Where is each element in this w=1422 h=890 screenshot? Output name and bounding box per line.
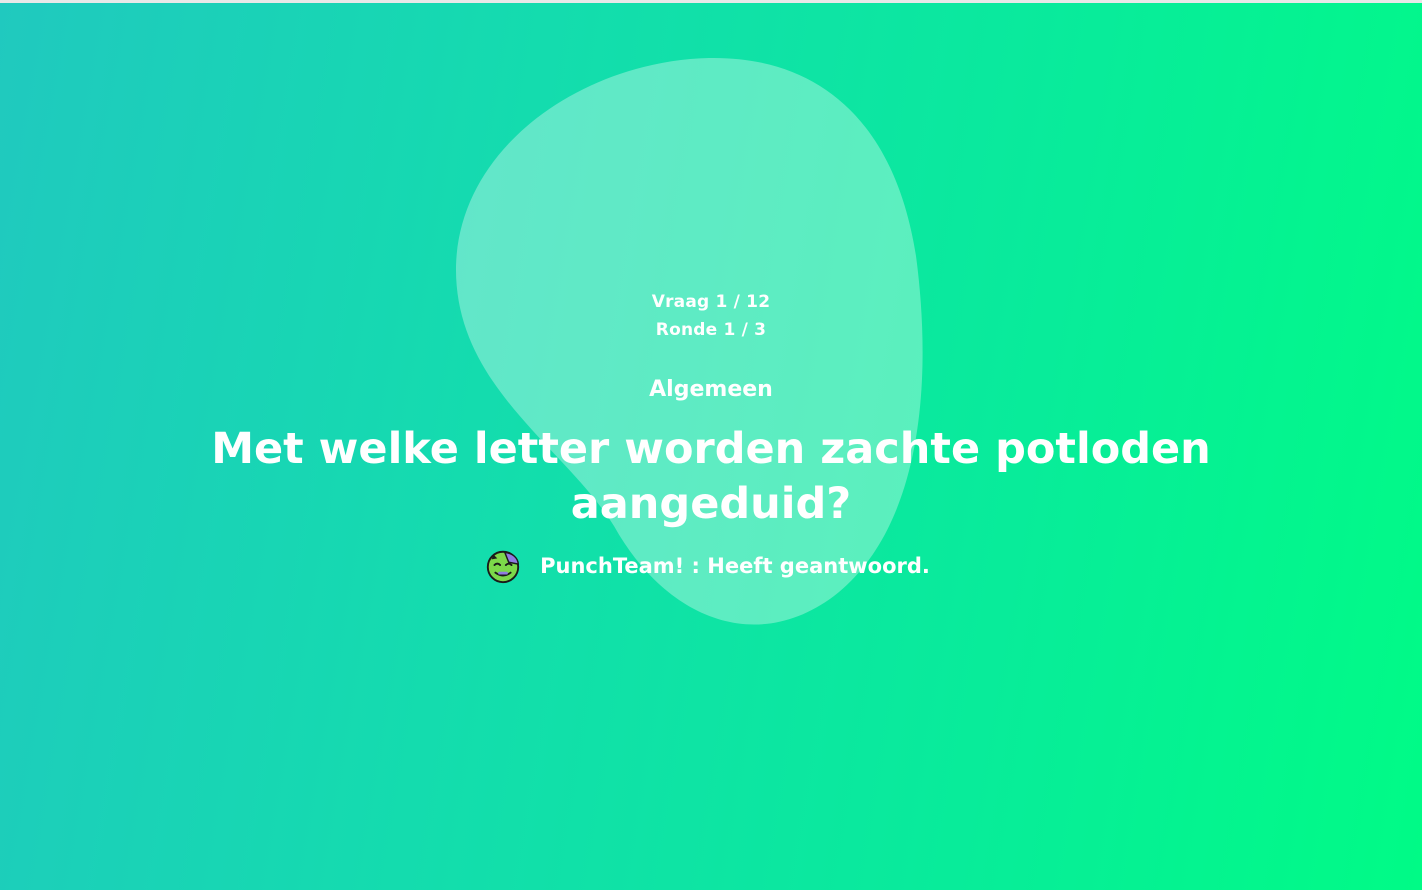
background-blob <box>455 57 923 625</box>
round-counter: Ronde 1 / 3 <box>655 320 767 340</box>
team-name: PunchTeam! <box>540 554 685 578</box>
category-title: Algemeen <box>649 377 773 402</box>
question-counter: Vraag 1 / 12 <box>651 292 771 312</box>
question-text: Met welke letter worden zachte potloden … <box>211 424 1211 529</box>
status-separator: : <box>684 554 708 578</box>
team-answer-row: PunchTeam! : Heeft geantwoord. <box>0 546 1422 586</box>
answer-status: Heeft geantwoord. <box>707 554 930 578</box>
top-border <box>0 0 1422 3</box>
zombie-face-icon <box>486 550 520 584</box>
